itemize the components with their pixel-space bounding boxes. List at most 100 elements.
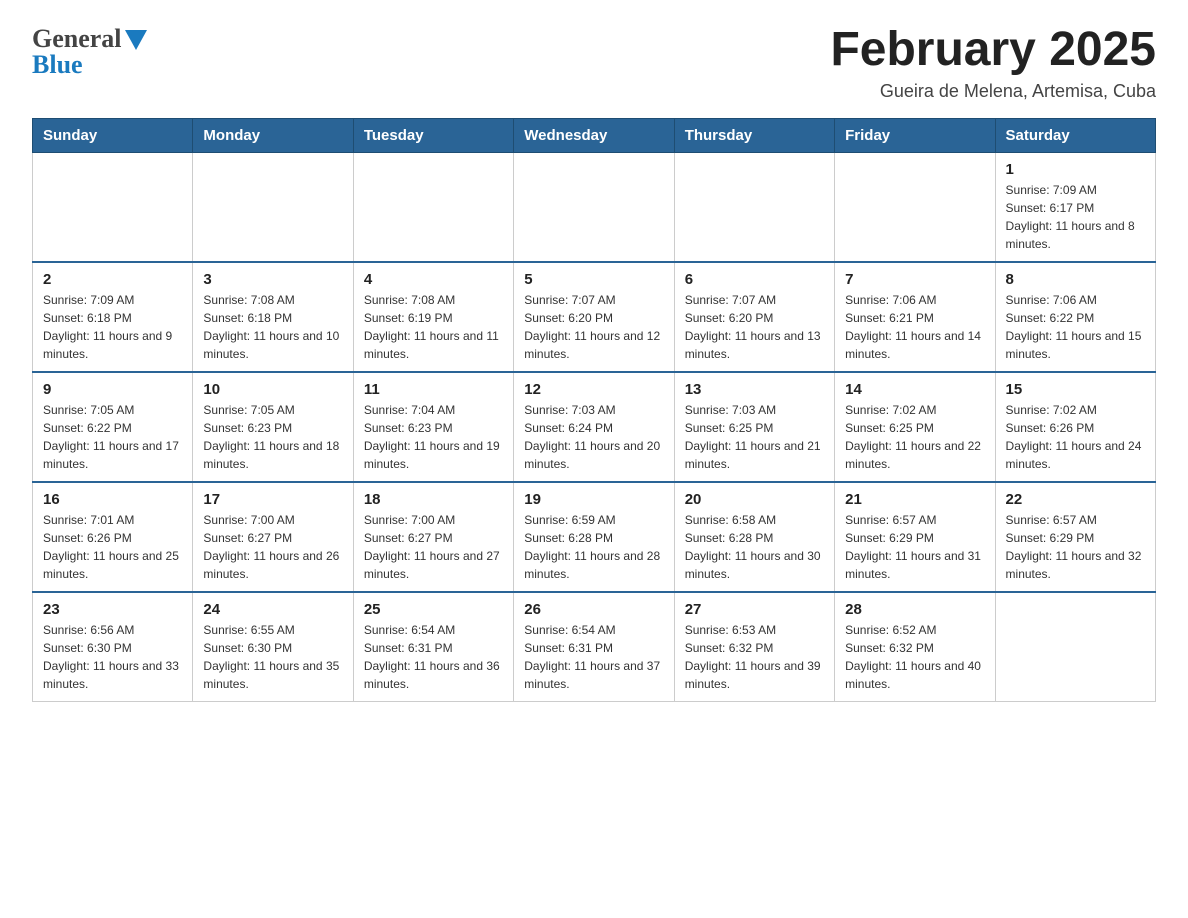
table-row: 19 Sunrise: 6:59 AM Sunset: 6:28 PM Dayli… xyxy=(514,482,674,592)
day-number: 5 xyxy=(524,271,663,288)
day-number: 13 xyxy=(685,381,824,398)
day-info: Sunrise: 7:05 AM Sunset: 6:23 PM Dayligh… xyxy=(203,401,342,473)
calendar-header-row: Sunday Monday Tuesday Wednesday Thursday… xyxy=(33,118,1156,152)
table-row: 15 Sunrise: 7:02 AM Sunset: 6:26 PM Dayli… xyxy=(995,372,1155,482)
day-info: Sunrise: 7:08 AM Sunset: 6:18 PM Dayligh… xyxy=(203,291,342,363)
day-info: Sunrise: 6:57 AM Sunset: 6:29 PM Dayligh… xyxy=(1006,511,1145,583)
day-number: 28 xyxy=(845,601,984,618)
day-number: 3 xyxy=(203,271,342,288)
day-number: 23 xyxy=(43,601,182,618)
day-number: 7 xyxy=(845,271,984,288)
day-info: Sunrise: 7:00 AM Sunset: 6:27 PM Dayligh… xyxy=(203,511,342,583)
day-info: Sunrise: 7:07 AM Sunset: 6:20 PM Dayligh… xyxy=(524,291,663,363)
day-number: 12 xyxy=(524,381,663,398)
table-row: 9 Sunrise: 7:05 AM Sunset: 6:22 PM Daylig… xyxy=(33,372,193,482)
day-number: 9 xyxy=(43,381,182,398)
day-number: 6 xyxy=(685,271,824,288)
logo: General Blue xyxy=(32,24,147,80)
title-block: February 2025 Gueira de Melena, Artemisa… xyxy=(830,24,1156,102)
table-row: 27Sunrise: 6:53 AM Sunset: 6:32 PM Dayli… xyxy=(674,592,834,702)
table-row: 25 Sunrise: 6:54 AM Sunset: 6:31 PM Dayli… xyxy=(353,592,513,702)
table-row: 11 Sunrise: 7:04 AM Sunset: 6:23 PM Dayli… xyxy=(353,372,513,482)
table-row: 2 Sunrise: 7:09 AM Sunset: 6:18 PM Daylig… xyxy=(33,262,193,372)
col-monday: Monday xyxy=(193,118,353,152)
day-info: Sunrise: 6:54 AM Sunset: 6:31 PM Dayligh… xyxy=(364,621,503,693)
table-row xyxy=(514,152,674,262)
table-row: 10 Sunrise: 7:05 AM Sunset: 6:23 PM Dayli… xyxy=(193,372,353,482)
day-info: Sunrise: 7:06 AM Sunset: 6:22 PM Dayligh… xyxy=(1006,291,1145,363)
table-row: 1 Sunrise: 7:09 AM Sunset: 6:17 PM Daylig… xyxy=(995,152,1155,262)
day-number: 19 xyxy=(524,491,663,508)
table-row: 20 Sunrise: 6:58 AM Sunset: 6:28 PM Dayli… xyxy=(674,482,834,592)
day-info: Sunrise: 7:01 AM Sunset: 6:26 PM Dayligh… xyxy=(43,511,182,583)
day-info: Sunrise: 7:08 AM Sunset: 6:19 PM Dayligh… xyxy=(364,291,503,363)
table-row: 16 Sunrise: 7:01 AM Sunset: 6:26 PM Dayli… xyxy=(33,482,193,592)
page-header: General Blue February 2025 Gueira de Mel… xyxy=(32,24,1156,102)
day-info: Sunrise: 6:59 AM Sunset: 6:28 PM Dayligh… xyxy=(524,511,663,583)
table-row: 26Sunrise: 6:54 AM Sunset: 6:31 PM Dayli… xyxy=(514,592,674,702)
day-number: 4 xyxy=(364,271,503,288)
table-row: 28 Sunrise: 6:52 AM Sunset: 6:32 PM Dayli… xyxy=(835,592,995,702)
day-info: Sunrise: 6:52 AM Sunset: 6:32 PM Dayligh… xyxy=(845,621,984,693)
table-row xyxy=(353,152,513,262)
day-number: 21 xyxy=(845,491,984,508)
table-row xyxy=(193,152,353,262)
day-info: Sunrise: 7:02 AM Sunset: 6:25 PM Dayligh… xyxy=(845,401,984,473)
calendar-week-row: 23 Sunrise: 6:56 AM Sunset: 6:30 PM Dayli… xyxy=(33,592,1156,702)
day-number: 16 xyxy=(43,491,182,508)
day-number: 22 xyxy=(1006,491,1145,508)
day-info: Sunrise: 7:02 AM Sunset: 6:26 PM Dayligh… xyxy=(1006,401,1145,473)
calendar-table: Sunday Monday Tuesday Wednesday Thursday… xyxy=(32,118,1156,702)
day-number: 20 xyxy=(685,491,824,508)
day-info: Sunrise: 6:56 AM Sunset: 6:30 PM Dayligh… xyxy=(43,621,182,693)
table-row xyxy=(835,152,995,262)
day-info: Sunrise: 7:04 AM Sunset: 6:23 PM Dayligh… xyxy=(364,401,503,473)
day-number: 1 xyxy=(1006,161,1145,178)
table-row: 7 Sunrise: 7:06 AM Sunset: 6:21 PM Daylig… xyxy=(835,262,995,372)
day-info: Sunrise: 7:03 AM Sunset: 6:25 PM Dayligh… xyxy=(685,401,824,473)
day-info: Sunrise: 7:07 AM Sunset: 6:20 PM Dayligh… xyxy=(685,291,824,363)
day-info: Sunrise: 6:55 AM Sunset: 6:30 PM Dayligh… xyxy=(203,621,342,693)
table-row xyxy=(995,592,1155,702)
location-subtitle: Gueira de Melena, Artemisa, Cuba xyxy=(830,81,1156,102)
table-row: 8 Sunrise: 7:06 AM Sunset: 6:22 PM Daylig… xyxy=(995,262,1155,372)
day-number: 18 xyxy=(364,491,503,508)
day-number: 15 xyxy=(1006,381,1145,398)
table-row: 24Sunrise: 6:55 AM Sunset: 6:30 PM Dayli… xyxy=(193,592,353,702)
day-info: Sunrise: 7:03 AM Sunset: 6:24 PM Dayligh… xyxy=(524,401,663,473)
table-row: 12 Sunrise: 7:03 AM Sunset: 6:24 PM Dayli… xyxy=(514,372,674,482)
table-row: 6 Sunrise: 7:07 AM Sunset: 6:20 PM Daylig… xyxy=(674,262,834,372)
col-saturday: Saturday xyxy=(995,118,1155,152)
col-wednesday: Wednesday xyxy=(514,118,674,152)
table-row: 13 Sunrise: 7:03 AM Sunset: 6:25 PM Dayli… xyxy=(674,372,834,482)
day-info: Sunrise: 7:09 AM Sunset: 6:17 PM Dayligh… xyxy=(1006,181,1145,253)
day-info: Sunrise: 6:58 AM Sunset: 6:28 PM Dayligh… xyxy=(685,511,824,583)
month-title: February 2025 xyxy=(830,24,1156,77)
day-info: Sunrise: 6:57 AM Sunset: 6:29 PM Dayligh… xyxy=(845,511,984,583)
table-row xyxy=(33,152,193,262)
col-tuesday: Tuesday xyxy=(353,118,513,152)
day-number: 8 xyxy=(1006,271,1145,288)
day-info: Sunrise: 7:00 AM Sunset: 6:27 PM Dayligh… xyxy=(364,511,503,583)
table-row: 4 Sunrise: 7:08 AM Sunset: 6:19 PM Daylig… xyxy=(353,262,513,372)
day-number: 25 xyxy=(364,601,503,618)
logo-arrow-icon xyxy=(125,30,147,50)
day-number: 14 xyxy=(845,381,984,398)
table-row: 18 Sunrise: 7:00 AM Sunset: 6:27 PM Dayli… xyxy=(353,482,513,592)
day-number: 10 xyxy=(203,381,342,398)
table-row: 21 Sunrise: 6:57 AM Sunset: 6:29 PM Dayli… xyxy=(835,482,995,592)
day-info: Sunrise: 7:05 AM Sunset: 6:22 PM Dayligh… xyxy=(43,401,182,473)
calendar-week-row: 9 Sunrise: 7:05 AM Sunset: 6:22 PM Daylig… xyxy=(33,372,1156,482)
day-info: Sunrise: 6:53 AM Sunset: 6:32 PM Dayligh… xyxy=(685,621,824,693)
day-number: 11 xyxy=(364,381,503,398)
table-row: 23 Sunrise: 6:56 AM Sunset: 6:30 PM Dayli… xyxy=(33,592,193,702)
table-row xyxy=(674,152,834,262)
logo-blue-text: Blue xyxy=(32,50,83,80)
table-row: 17Sunrise: 7:00 AM Sunset: 6:27 PM Dayli… xyxy=(193,482,353,592)
day-number: 2 xyxy=(43,271,182,288)
calendar-week-row: 16 Sunrise: 7:01 AM Sunset: 6:26 PM Dayli… xyxy=(33,482,1156,592)
calendar-week-row: 2 Sunrise: 7:09 AM Sunset: 6:18 PM Daylig… xyxy=(33,262,1156,372)
day-number: 26 xyxy=(524,601,663,618)
day-info: Sunrise: 7:06 AM Sunset: 6:21 PM Dayligh… xyxy=(845,291,984,363)
day-info: Sunrise: 7:09 AM Sunset: 6:18 PM Dayligh… xyxy=(43,291,182,363)
